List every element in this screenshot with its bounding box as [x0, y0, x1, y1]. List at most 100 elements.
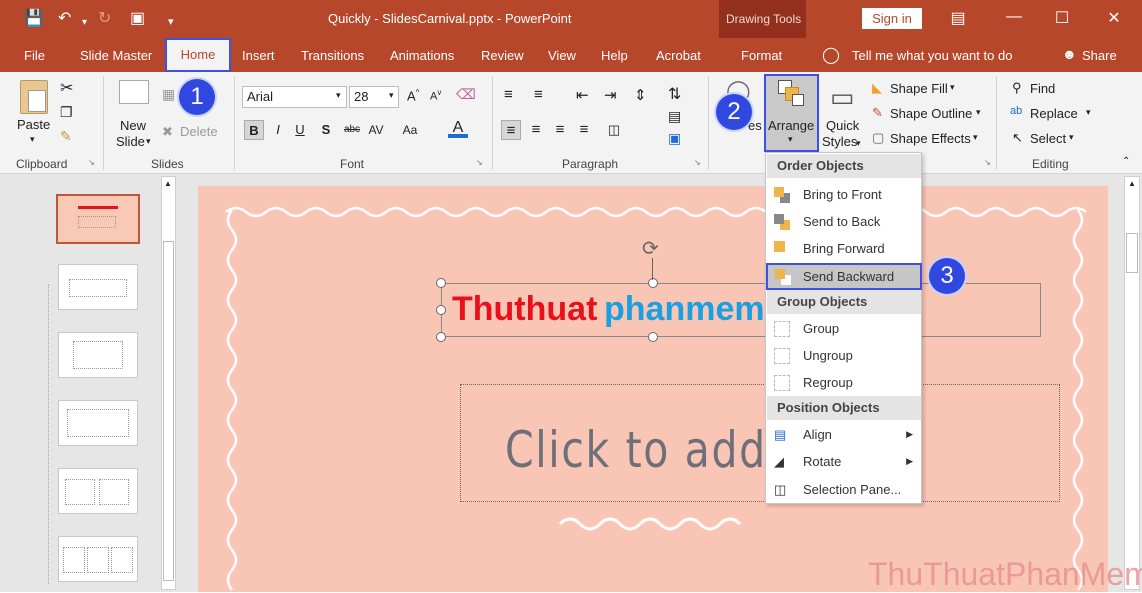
align-text-icon[interactable]: ▤ — [668, 108, 681, 125]
quick-styles-label-1[interactable]: Quick — [826, 118, 859, 133]
copy-icon[interactable]: ❐ — [60, 104, 73, 121]
shape-outline-button[interactable]: Shape Outline — [890, 106, 972, 121]
tab-review[interactable]: Review — [481, 48, 524, 63]
share-button[interactable]: Share — [1082, 48, 1117, 63]
tab-acrobat[interactable]: Acrobat — [656, 48, 701, 63]
align-center-button[interactable]: ≡ — [526, 120, 546, 140]
slide-thumbnail-1[interactable] — [56, 194, 140, 244]
increase-font-icon[interactable]: A^ — [407, 88, 419, 103]
clipboard-launcher-icon[interactable]: ↘ — [88, 158, 95, 167]
shape-effects-button[interactable]: Shape Effects — [890, 131, 971, 146]
tab-file[interactable]: File — [24, 48, 45, 63]
rotate-item[interactable]: ◢ Rotate ▶ — [767, 448, 921, 475]
thumbnail-scroll-thumb[interactable] — [163, 241, 174, 581]
slide-scroll-thumb[interactable] — [1126, 233, 1138, 273]
character-spacing-icon[interactable]: AV — [366, 120, 386, 140]
align-left-button[interactable]: ≡ — [501, 120, 521, 140]
replace-button[interactable]: Replace — [1030, 106, 1078, 121]
tab-view[interactable]: View — [548, 48, 576, 63]
collapse-ribbon-icon[interactable]: ⌃ — [1122, 156, 1130, 167]
thumbnail-scrollbar[interactable]: ▲ — [161, 176, 176, 590]
maximize-icon[interactable]: ☐ — [1050, 8, 1074, 28]
font-color-icon[interactable]: A — [448, 118, 468, 138]
save-icon[interactable]: 💾 — [24, 9, 44, 29]
bullets-icon[interactable]: ≡ — [504, 86, 513, 103]
quick-styles-label-2[interactable]: Styles — [822, 134, 857, 149]
align-item[interactable]: ▤ Align ▶ — [767, 421, 921, 448]
slide-thumbnail-5[interactable] — [58, 468, 138, 514]
arrange-label[interactable]: Arrange — [768, 118, 814, 133]
replace-icon[interactable]: ab — [1010, 105, 1022, 117]
cut-icon[interactable]: ✂ — [60, 78, 73, 98]
resize-handle[interactable] — [436, 305, 446, 315]
rotate-handle-icon[interactable]: ⟳ — [642, 236, 659, 261]
new-slide-dropdown-icon[interactable]: ▾ — [146, 136, 151, 147]
shape-outline-icon[interactable]: ✎ — [872, 105, 883, 121]
change-case-icon[interactable]: Aa — [400, 120, 420, 140]
send-backward-item[interactable]: Send Backward — [766, 263, 922, 290]
resize-handle[interactable] — [648, 278, 658, 288]
tab-format[interactable]: Format — [741, 48, 782, 63]
quick-styles-icon[interactable]: ▭ — [830, 82, 855, 113]
start-slideshow-icon[interactable]: ▣ — [130, 9, 145, 29]
resize-handle[interactable] — [436, 332, 446, 342]
replace-dropdown-icon[interactable]: ▾ — [1086, 107, 1091, 118]
shadow-button[interactable]: S — [316, 120, 336, 140]
italic-button[interactable]: I — [268, 120, 288, 140]
font-name-field[interactable]: Arial — [242, 86, 347, 108]
scroll-up-icon[interactable]: ▲ — [164, 179, 172, 188]
slide-thumbnail-4[interactable] — [58, 400, 138, 446]
shape-effects-dropdown-icon[interactable]: ▾ — [973, 132, 978, 143]
clear-formatting-icon[interactable]: ⌫ — [456, 86, 476, 103]
quick-styles-dropdown-icon[interactable]: ▾ — [856, 138, 861, 149]
line-spacing-icon[interactable]: ⇕ — [634, 86, 647, 104]
font-name-dropdown-icon[interactable]: ▾ — [336, 90, 341, 101]
smartart-icon[interactable]: ▣ — [668, 130, 681, 147]
paste-button[interactable]: Paste — [17, 117, 50, 132]
decrease-indent-icon[interactable]: ⇤ — [576, 86, 589, 104]
numbering-icon[interactable]: ≡ — [534, 86, 543, 103]
shape-effects-icon[interactable]: ▢ — [872, 130, 884, 146]
subtitle-placeholder[interactable]: Click to add tit — [460, 384, 1060, 502]
font-launcher-icon[interactable]: ↘ — [476, 158, 483, 167]
bring-forward-item[interactable]: Bring Forward — [767, 235, 921, 262]
resize-handle[interactable] — [648, 332, 658, 342]
slide-canvas[interactable]: Thuthuat phanmem ⟳ Click to add tit — [198, 186, 1108, 592]
new-slide-label-1[interactable]: New — [120, 118, 146, 133]
find-button[interactable]: Find — [1030, 81, 1055, 96]
bring-to-front-item[interactable]: Bring to Front — [767, 181, 921, 208]
new-slide-icon[interactable] — [119, 80, 149, 104]
ribbon-display-options-icon[interactable]: ▤ — [946, 8, 970, 28]
decrease-font-icon[interactable]: Av — [430, 88, 441, 103]
find-icon[interactable]: ⚲ — [1012, 80, 1022, 96]
font-size-dropdown-icon[interactable]: ▾ — [389, 90, 394, 101]
bold-button[interactable]: B — [244, 120, 264, 140]
slide-thumbnail-2[interactable] — [58, 264, 138, 310]
close-icon[interactable]: ✕ — [1102, 8, 1126, 28]
text-direction-icon[interactable]: ⇅ — [668, 84, 681, 104]
shapes-partial-label[interactable]: es — [748, 118, 762, 133]
tab-animations[interactable]: Animations — [390, 48, 454, 63]
selection-pane-item[interactable]: ◫ Selection Pane... — [767, 476, 921, 503]
undo-icon[interactable]: ↶ — [58, 9, 71, 29]
send-to-back-item[interactable]: Send to Back — [767, 208, 921, 235]
strikethrough-button[interactable]: abc — [340, 120, 364, 140]
format-painter-icon[interactable]: ✎ — [60, 128, 72, 145]
sign-in-button[interactable]: Sign in — [862, 8, 922, 29]
scroll-up-icon[interactable]: ▲ — [1128, 179, 1136, 188]
select-icon[interactable]: ↖ — [1012, 130, 1023, 146]
minimize-icon[interactable]: — — [1002, 8, 1026, 26]
slide-scrollbar[interactable]: ▲ — [1124, 176, 1140, 590]
select-dropdown-icon[interactable]: ▾ — [1069, 132, 1074, 143]
tab-slide-master[interactable]: Slide Master — [80, 48, 152, 63]
drawing-launcher-icon[interactable]: ↘ — [984, 158, 991, 167]
tab-insert[interactable]: Insert — [242, 48, 275, 63]
shape-fill-button[interactable]: Shape Fill — [890, 81, 948, 96]
underline-button[interactable]: U — [290, 120, 310, 140]
columns-icon[interactable]: ◫ — [604, 120, 624, 140]
paste-dropdown-icon[interactable]: ▾ — [30, 134, 35, 145]
customize-qat-icon[interactable]: ▾ — [168, 12, 174, 32]
slide-thumbnail-3[interactable] — [58, 332, 138, 378]
align-right-button[interactable]: ≡ — [550, 120, 570, 140]
arrange-dropdown-icon[interactable]: ▾ — [788, 134, 793, 145]
